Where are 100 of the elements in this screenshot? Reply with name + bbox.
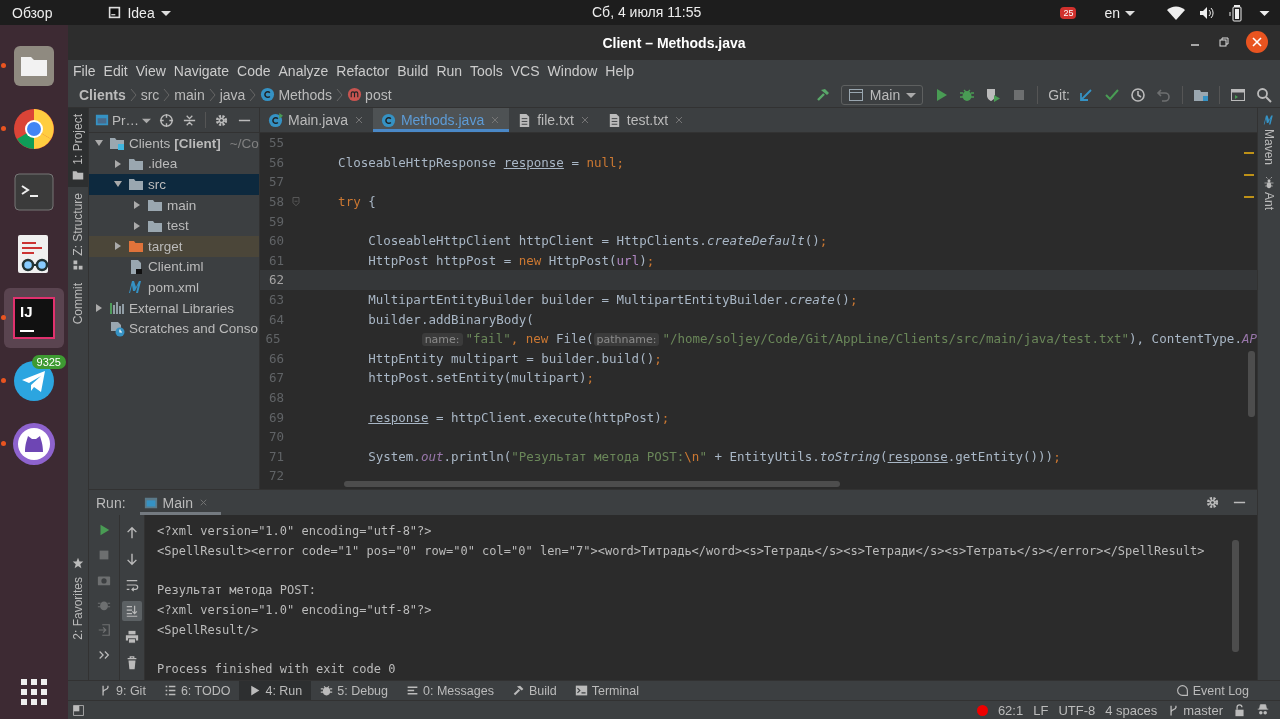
menu-item[interactable]: Navigate (173, 63, 235, 79)
close-icon[interactable] (1246, 31, 1268, 53)
crosshair-icon[interactable] (159, 112, 174, 128)
menu-item[interactable]: Refactor (336, 63, 395, 79)
git-branch[interactable]: master (1167, 702, 1223, 718)
menu-item[interactable]: Analyze (278, 63, 334, 79)
indent-setting[interactable]: 4 spaces (1105, 702, 1158, 718)
battery-icon[interactable] (1229, 3, 1245, 22)
maven-m-icon (1263, 114, 1275, 126)
editor-tab[interactable]: test.txt (598, 108, 693, 132)
restore-icon[interactable] (1217, 35, 1231, 49)
tool-window-tab[interactable]: Ant (1262, 171, 1276, 217)
tool-window-button[interactable]: 6: TODO (154, 681, 240, 700)
breadcrumb-item[interactable]: java (219, 86, 246, 103)
view-selector[interactable]: Pr… (95, 112, 151, 128)
scrollbar[interactable] (1248, 351, 1255, 417)
shield-play-icon[interactable] (985, 86, 1002, 103)
ant-icon (1263, 177, 1275, 190)
arrow-down-left-icon[interactable] (1078, 86, 1094, 103)
notification-badge[interactable]: 25 (1060, 6, 1077, 19)
breadcrumb-item[interactable]: Clients (79, 86, 126, 103)
search-icon[interactable] (1256, 86, 1272, 103)
menu-item[interactable]: Build (397, 63, 434, 79)
app-grid-icon[interactable] (21, 679, 47, 705)
lock-icon[interactable] (1233, 703, 1246, 717)
line-number: 63 (267, 291, 284, 310)
line-separator[interactable]: LF (1033, 702, 1049, 718)
tool-window-button[interactable]: 5: Debug (311, 681, 397, 700)
code-line: builder.addBinaryBody( (367, 311, 534, 327)
line-number: 70 (267, 428, 284, 447)
scrollbar[interactable] (1232, 540, 1239, 653)
clock-icon[interactable] (1130, 86, 1146, 103)
settings-icon[interactable] (1205, 495, 1220, 511)
menu-item[interactable]: File (73, 63, 101, 79)
run-configuration-dropdown[interactable]: Main (840, 84, 924, 105)
tree-item[interactable]: pom.xml (89, 277, 259, 298)
menu-item[interactable]: Tools (470, 63, 508, 79)
editor-tab[interactable]: Main.java (260, 108, 373, 132)
scratch-icon (109, 320, 125, 337)
menu-item[interactable]: Edit (103, 63, 133, 79)
editor-tab[interactable]: file.txt (509, 108, 599, 132)
tree-item[interactable]: Clients [Client] ~/Co (89, 133, 259, 154)
layout-icon[interactable] (72, 703, 85, 717)
breadcrumb-item[interactable]: main (174, 86, 205, 103)
window-icon[interactable] (1230, 86, 1246, 103)
tree-item[interactable]: src (89, 174, 259, 195)
dock-item[interactable]: IJ (4, 288, 64, 348)
tool-window-button[interactable]: 9: Git (90, 681, 155, 700)
breadcrumb-item[interactable]: src (140, 86, 160, 103)
scrollbar[interactable] (344, 481, 840, 488)
keyboard-layout-menu[interactable]: en (1104, 4, 1135, 21)
lines-icon (406, 684, 419, 697)
line-number: 69 (267, 408, 284, 427)
code-line: httpPost.setEntity(multipart); (367, 370, 594, 386)
breadcrumb-item[interactable]: post (347, 86, 392, 103)
toggle-button[interactable] (122, 601, 142, 622)
tree-item[interactable]: main (89, 194, 259, 216)
error-indicator[interactable] (976, 704, 988, 716)
menu-item[interactable]: View (135, 63, 171, 79)
caret-position[interactable]: 62:1 (997, 702, 1024, 718)
menu-item[interactable]: Run (436, 63, 468, 79)
tool-window-tab[interactable]: 2: Favorites (68, 551, 88, 680)
breadcrumb-item[interactable]: Methods (260, 86, 333, 103)
tool-window-tab[interactable]: Commit (68, 277, 88, 331)
collapsed-arrow-icon[interactable] (113, 241, 123, 252)
inspector-icon[interactable] (1256, 703, 1270, 717)
line-number: 68 (267, 389, 284, 407)
tree-item[interactable]: External Libraries (89, 297, 259, 319)
module-folder-icon (109, 135, 125, 152)
menu-item[interactable]: VCS (510, 63, 545, 79)
menu-item[interactable]: Code (237, 63, 276, 79)
collapsed-arrow-icon[interactable] (132, 220, 142, 231)
dock-item[interactable]: 9325 (4, 351, 64, 411)
tree-item[interactable]: test (89, 215, 259, 236)
wifi-icon[interactable] (1167, 4, 1185, 21)
clock[interactable]: Сб, 4 июля 11:55 (592, 4, 702, 20)
collapsed-arrow-icon[interactable] (94, 303, 104, 314)
collapsed-arrow-icon[interactable] (113, 158, 123, 169)
menu-item[interactable]: Window (547, 63, 603, 79)
event-log-button[interactable]: Event Log (1166, 681, 1258, 700)
settings-icon[interactable] (214, 112, 229, 128)
folder-icon (72, 168, 84, 181)
run-tab[interactable]: Main (139, 490, 221, 516)
tree-item[interactable]: .idea (89, 153, 259, 175)
tree-item[interactable]: Scratches and Conso (89, 318, 259, 339)
tool-window-button[interactable]: 0: Messages (397, 681, 503, 700)
collapsed-arrow-icon[interactable] (132, 200, 142, 211)
tool-window-tab[interactable]: 1: Project (68, 108, 88, 187)
tool-window-button[interactable]: 4: Run (239, 681, 312, 700)
menu-item[interactable]: Help (605, 63, 640, 79)
tool-window-button[interactable]: Build (502, 681, 566, 700)
tree-item[interactable]: Client.iml (89, 256, 259, 278)
tool-window-tab[interactable]: Z: Structure (68, 186, 88, 278)
console-line: <?xml version="1.0" encoding="utf-8"?> (157, 601, 433, 619)
app-menu[interactable]: Idea (108, 4, 171, 21)
tree-item[interactable]: target (89, 235, 259, 257)
tool-window-button[interactable]: Terminal (565, 681, 648, 700)
activities-button[interactable]: Обзор (0, 4, 65, 21)
tool-window-tab[interactable]: Maven (1262, 108, 1276, 172)
file-encoding[interactable]: UTF-8 (1058, 702, 1096, 718)
